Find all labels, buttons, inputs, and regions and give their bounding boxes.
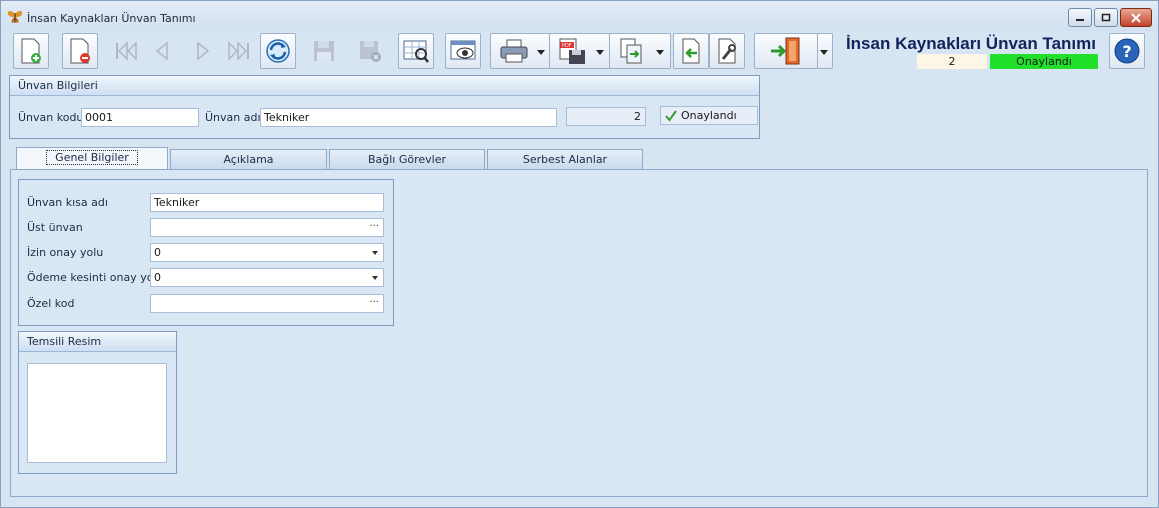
unvan-kodu-label: Ünvan kodu (18, 111, 84, 124)
group-title: Temsili Resim (19, 332, 176, 352)
record-count: 2 (917, 54, 987, 69)
new-document-icon (21, 38, 41, 64)
help-icon: ? (1114, 38, 1140, 64)
unvan-bilgileri-group: Ünvan Bilgileri Ünvan kodu 0001 Ünvan ad… (9, 75, 760, 139)
preview-icon (450, 40, 476, 60)
back-button[interactable] (673, 33, 709, 69)
save-cancel-button[interactable] (352, 33, 388, 69)
help-button[interactable]: ? (1109, 33, 1145, 69)
unvan-adi-input[interactable]: Tekniker (260, 108, 557, 127)
butterfly-icon (7, 11, 23, 23)
exit-door-icon (771, 37, 800, 65)
short-name-input[interactable]: Tekniker (150, 193, 384, 212)
unvan-adi-label: Ünvan adı (205, 111, 261, 124)
first-record-icon (116, 41, 137, 61)
new-button[interactable] (13, 33, 49, 69)
export-pdf-icon: PDF (559, 38, 585, 64)
svg-text:PDF: PDF (562, 43, 572, 49)
last-record-button[interactable] (221, 33, 257, 69)
tab-bagli-gorevler[interactable]: Bağlı Görevler (329, 149, 485, 169)
leave-approval-value: 0 (154, 246, 161, 259)
chevron-down-icon[interactable] (372, 276, 378, 280)
copy-transfer-button[interactable] (609, 33, 671, 69)
save-disabled-icon (314, 41, 334, 61)
maximize-icon (1101, 13, 1111, 21)
maximize-button[interactable] (1094, 8, 1118, 27)
find-record-button[interactable] (398, 33, 434, 69)
next-record-icon (197, 41, 210, 61)
delete-document-icon (70, 38, 90, 64)
window-title: İnsan Kaynakları Ünvan Tanımı (27, 12, 196, 25)
copy-dropdown-icon (656, 50, 664, 55)
tab-panel: Ünvan kısa adı Tekniker Üst ünvan ··· İz… (10, 169, 1148, 497)
print-dropdown-icon (537, 50, 545, 55)
short-name-label: Ünvan kısa adı (27, 196, 108, 209)
svg-text:?: ? (1122, 42, 1131, 61)
close-button[interactable] (1120, 8, 1152, 27)
first-record-button[interactable] (108, 33, 144, 69)
last-record-icon (228, 41, 249, 61)
tab-serbest-alanlar[interactable]: Serbest Alanlar (487, 149, 643, 169)
tab-aciklama[interactable]: Açıklama (170, 149, 327, 169)
special-code-input[interactable]: ··· (150, 294, 384, 313)
genel-bilgiler-group: Ünvan kısa adı Tekniker Üst ünvan ··· İz… (18, 179, 394, 326)
refresh-icon (266, 39, 290, 63)
representative-image[interactable] (27, 363, 167, 463)
tools-button[interactable] (709, 33, 745, 69)
title-bar: İnsan Kaynakları Ünvan Tanımı (1, 1, 1158, 31)
tab-label: Genel Bilgiler (46, 150, 138, 165)
checkmark-icon (665, 110, 677, 122)
close-icon (1131, 12, 1141, 23)
parent-title-label: Üst ünvan (27, 221, 83, 234)
minimize-button[interactable] (1068, 8, 1092, 27)
special-code-label: Özel kod (27, 297, 75, 310)
leave-approval-select[interactable]: 0 (150, 243, 384, 262)
refresh-button[interactable] (260, 33, 296, 69)
delete-button[interactable] (62, 33, 98, 69)
payment-approval-label: Ödeme kesinti onay yolu (27, 271, 164, 284)
status-badge: Onaylandı (990, 54, 1098, 69)
app-window: İnsan Kaynakları Ünvan Tanımı PDF İnsan … (0, 0, 1159, 508)
previous-record-icon (155, 41, 168, 61)
parent-title-input[interactable]: ··· (150, 218, 384, 237)
preview-button[interactable] (445, 33, 481, 69)
exit-dropdown-button[interactable] (817, 33, 833, 69)
chevron-down-icon[interactable] (372, 251, 378, 255)
next-record-button[interactable] (185, 33, 221, 69)
unvan-kodu-input[interactable]: 0001 (81, 108, 199, 127)
tools-icon (718, 38, 736, 64)
print-icon (500, 39, 528, 63)
header-title: İnsan Kaynakları Ünvan Tanımı (845, 34, 1096, 53)
ellipsis-icon[interactable]: ··· (369, 218, 379, 235)
group-title: Ünvan Bilgileri (10, 76, 759, 96)
tab-genel-bilgiler[interactable]: Genel Bilgiler (16, 147, 168, 170)
save-cancel-disabled-icon (360, 41, 381, 62)
approved-label: Onaylandı (681, 109, 737, 122)
export-dropdown-icon (596, 50, 604, 55)
record-number-field: 2 (566, 107, 646, 126)
previous-record-button[interactable] (144, 33, 180, 69)
payment-approval-value: 0 (154, 271, 161, 284)
ellipsis-icon[interactable]: ··· (369, 294, 379, 311)
exit-button[interactable] (754, 33, 818, 69)
exit-dropdown-icon (820, 50, 828, 55)
save-button[interactable] (306, 33, 342, 69)
leave-approval-label: İzin onay yolu (27, 246, 104, 259)
payment-approval-select[interactable]: 0 (150, 268, 384, 287)
temsili-resim-group: Temsili Resim (18, 331, 177, 474)
back-arrow-icon (682, 38, 700, 64)
print-button[interactable] (490, 33, 552, 69)
export-pdf-button[interactable]: PDF (549, 33, 611, 69)
approved-checkbox[interactable]: Onaylandı (660, 106, 758, 125)
minimize-icon (1076, 18, 1084, 21)
copy-transfer-icon (620, 38, 642, 64)
find-record-icon (403, 40, 429, 63)
